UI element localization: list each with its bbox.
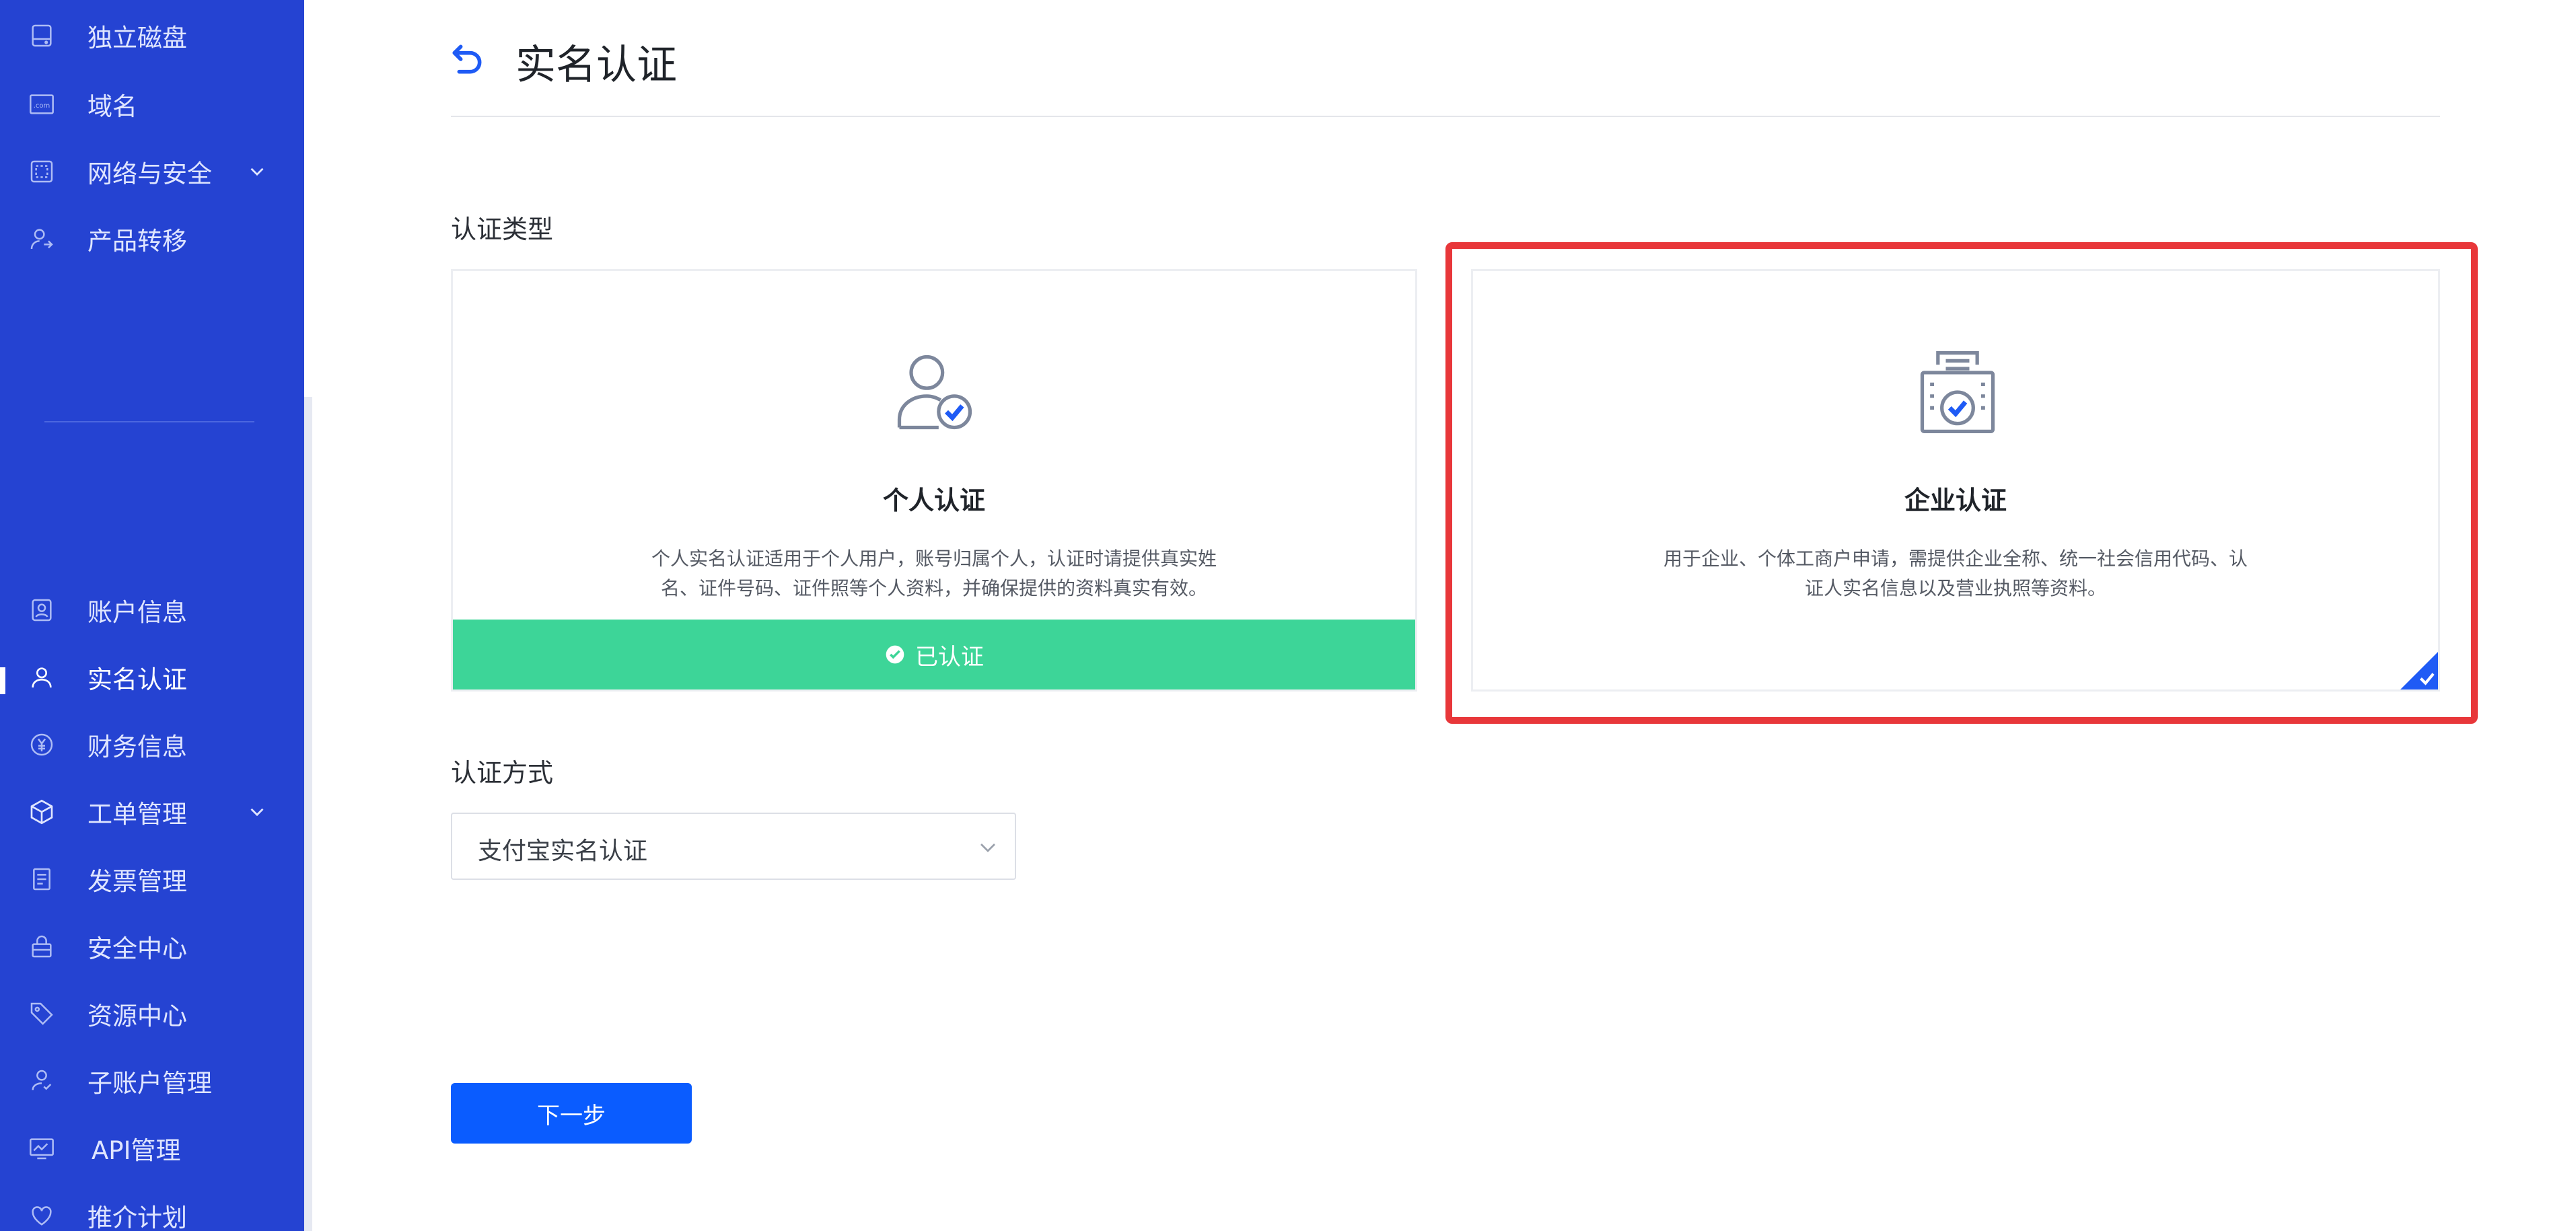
sidebar-item-realname[interactable]: 实名认证 (0, 647, 304, 708)
verified-status-text: 已认证 (915, 643, 984, 671)
api-icon (27, 1133, 57, 1163)
auth-method-select[interactable]: 支付宝实名认证 (451, 813, 1016, 880)
sidebar-item-domain[interactable]: .com 域名 (0, 74, 304, 135)
chevron-down-icon (980, 844, 995, 852)
sidebar-item-referral[interactable]: 推介计划 (0, 1185, 304, 1231)
personal-auth-card[interactable]: 个人认证 个人实名认证适用于个人用户，账号归属个人，认证时请提供真实姓 名、证件… (451, 269, 1417, 692)
sidebar-item-label: 账户信息 (87, 598, 187, 627)
personal-card-title: 个人认证 (882, 486, 985, 515)
heart-icon (27, 1201, 57, 1230)
sidebar-item-label: 子账户管理 (87, 1069, 212, 1098)
transfer-icon (27, 224, 57, 254)
check-circle-icon (886, 645, 904, 664)
sidebar-item-label: 产品转移 (87, 227, 187, 256)
sidebar-item-label: 域名 (87, 92, 137, 121)
personal-card-desc-line1: 个人实名认证适用于个人用户，账号归属个人，认证时请提供真实姓 (651, 548, 1217, 570)
yen-icon (27, 730, 57, 759)
tag-icon (27, 999, 57, 1029)
sidebar-divider (44, 421, 254, 422)
personal-card-desc-line2: 名、证件号码、证件照等个人资料，并确保提供的资料真实有效。 (660, 577, 1207, 599)
disk-icon (27, 21, 57, 50)
next-step-button[interactable]: 下一步 (451, 1083, 692, 1144)
chevron-down-icon (250, 167, 264, 176)
page-title: 实名认证 (515, 42, 677, 89)
cube-icon (27, 797, 57, 827)
sidebar-item-label: 发票管理 (87, 867, 187, 896)
account-icon (27, 595, 57, 625)
sidebar-scrollbar[interactable] (304, 397, 312, 1231)
sidebar-item-label: 安全中心 (87, 934, 187, 963)
sidebar-item-label: 网络与安全 (87, 159, 212, 188)
sidebar-item-label: 工单管理 (87, 800, 187, 829)
sidebar-item-label: 财务信息 (87, 733, 187, 761)
sidebar-item-transfer[interactable]: 产品转移 (0, 209, 304, 269)
chevron-down-icon (250, 808, 264, 817)
lock-icon (27, 932, 57, 961)
selection-highlight-box (1445, 242, 2478, 724)
sidebar-item-label: 资源中心 (87, 1002, 187, 1031)
sidebar-item-api[interactable]: API管理 (0, 1118, 304, 1179)
domain-icon: .com (27, 89, 57, 119)
sidebar-item-network[interactable]: 网络与安全 (0, 141, 304, 202)
sidebar-item-finance[interactable]: 财务信息 (0, 714, 304, 775)
sidebar-item-disk[interactable]: 独立磁盘 (0, 5, 304, 66)
sidebar-item-label: 实名认证 (87, 665, 187, 694)
auth-type-label: 认证类型 (451, 215, 554, 244)
header-divider (451, 116, 2440, 117)
user-icon (27, 663, 57, 692)
auth-method-value: 支付宝实名认证 (478, 837, 648, 865)
sidebar-item-label: 独立磁盘 (87, 24, 187, 52)
sub-account-icon (27, 1066, 57, 1096)
invoice-icon (27, 864, 57, 894)
sidebar-item-label: 推介计划 (87, 1203, 187, 1231)
personal-user-check-icon (897, 355, 972, 430)
sidebar-item-ticket[interactable]: 工单管理 (0, 782, 304, 842)
sidebar-item-resource[interactable]: 资源中心 (0, 983, 304, 1044)
network-icon (27, 157, 57, 186)
sidebar-item-security[interactable]: 安全中心 (0, 916, 304, 977)
verified-status-bar: 已认证 (453, 620, 1415, 689)
svg-text:.com: .com (34, 102, 50, 110)
back-icon[interactable] (448, 40, 486, 78)
sidebar-item-label: API管理 (92, 1136, 181, 1165)
sidebar-item-subaccount[interactable]: 子账户管理 (0, 1051, 304, 1111)
sidebar-item-account[interactable]: 账户信息 (0, 580, 304, 640)
auth-method-label: 认证方式 (451, 758, 554, 788)
sidebar-item-invoice[interactable]: 发票管理 (0, 849, 304, 909)
